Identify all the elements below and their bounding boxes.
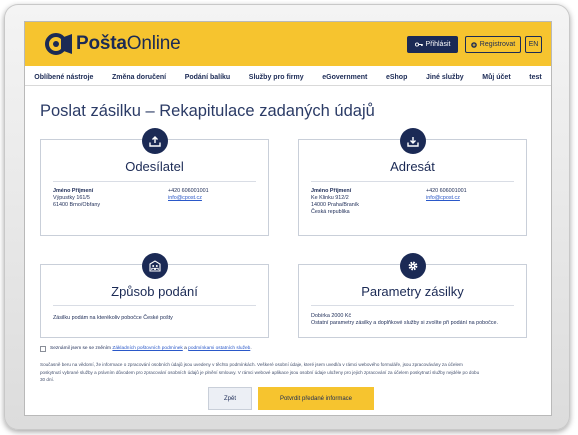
submission-card-title: Způsob podání (111, 284, 198, 299)
device-frame: PoštaOnline Přihlásit Registrovat EN Obl… (4, 4, 570, 430)
horn-logo-icon (45, 32, 73, 56)
recipient-city: 14000 Praha/Braník (311, 202, 359, 208)
privacy-notice: Současně beru na vědomí, že informace o … (40, 362, 480, 383)
recipient-card-title: Adresát (390, 159, 435, 174)
recipient-street: Ke Klinku 912/2 (311, 195, 349, 201)
nav-item-change-delivery[interactable]: Změna doručení (112, 74, 166, 81)
sender-email-link[interactable]: info@cpost.cz (168, 195, 209, 202)
sender-card-title: Odesílatel (125, 159, 184, 174)
key-icon (414, 42, 423, 47)
site-header: PoštaOnline Přihlásit Registrovat EN (25, 22, 551, 66)
nav-item-business-services[interactable]: Služby pro firmy (249, 74, 304, 81)
nav-item-favorite-tools[interactable]: Oblíbené nástroje (34, 74, 93, 81)
terms-consent-checkbox[interactable] (40, 346, 46, 352)
submission-method-card: Způsob podání Zásilku podám na kterékoli… (40, 253, 269, 338)
back-button[interactable]: Zpět (208, 387, 252, 410)
sender-city: 61400 Brno/Obřany (53, 202, 101, 208)
recipient-name: Jméno Příjmení (311, 188, 352, 194)
sender-street: Výpustky 161/5 (53, 195, 90, 201)
login-button[interactable]: Přihlásit (407, 36, 458, 53)
divider (311, 181, 514, 182)
recipient-country: Česká republika (311, 209, 350, 215)
parameters-text: Ostatní parametry zásilky a doplňkové sl… (311, 320, 498, 326)
main-navigation: Oblíbené nástroje Změna doručení Podání … (25, 70, 551, 86)
register-button[interactable]: Registrovat (465, 36, 521, 53)
other-services-terms-link[interactable]: podmínkami ostatních služeb (188, 346, 250, 351)
divider (311, 305, 514, 306)
divider (53, 305, 256, 306)
plus-circle-icon (470, 41, 477, 48)
nav-item-my-account[interactable]: Můj účet (482, 74, 510, 81)
divider (53, 181, 256, 182)
download-tray-icon (400, 128, 426, 154)
parameters-text-block: Dobírka 2000 Kč Ostatní parametry zásilk… (311, 313, 498, 327)
terms-consent-label: Seznámil jsem se se zněním Základních po… (50, 346, 252, 351)
sender-name: Jméno Příjmení (53, 188, 94, 194)
nav-item-eshop[interactable]: eShop (386, 74, 407, 81)
recipient-card: Adresát Jméno Příjmení Ke Klinku 912/2 1… (298, 128, 527, 236)
recipient-contact: +420 606001001 info@cpost.cz (426, 188, 467, 202)
submission-text: Zásilku podám na kterékoliv pobočce Česk… (53, 315, 173, 321)
gear-icon (400, 253, 426, 279)
recipient-address: Jméno Příjmení Ke Klinku 912/2 14000 Pra… (311, 188, 359, 216)
nav-item-parcel-submission[interactable]: Podání balíku (185, 74, 231, 81)
nav-item-test[interactable]: test (529, 74, 541, 81)
sender-phone: +420 606001001 (168, 188, 209, 194)
parcel-parameters-card: Parametry zásilky Dobírka 2000 Kč Ostatn… (298, 253, 527, 338)
cod-amount: Dobírka 2000 Kč (311, 313, 352, 319)
browser-screen: PoštaOnline Přihlásit Registrovat EN Obl… (24, 21, 552, 416)
postal-terms-link[interactable]: Základních poštovních podmínek (112, 346, 182, 351)
sender-card: Odesílatel Jméno Příjmení Výpustky 161/5… (40, 128, 269, 236)
recipient-email-link[interactable]: info@cpost.cz (426, 195, 467, 202)
sender-contact: +420 606001001 info@cpost.cz (168, 188, 209, 202)
building-people-icon (142, 253, 168, 279)
posta-online-logo[interactable]: PoštaOnline (45, 32, 181, 56)
recipient-phone: +420 606001001 (426, 188, 467, 194)
confirm-button[interactable]: Potvrdit předané informace (258, 387, 374, 410)
language-switch-button[interactable]: EN (525, 36, 542, 53)
page-title: Poslat zásilku – Rekapitulace zadaných ú… (40, 102, 375, 120)
nav-item-other-services[interactable]: Jiné služby (426, 74, 464, 81)
sender-address: Jméno Příjmení Výpustky 161/5 61400 Brno… (53, 188, 100, 209)
logo-text: PoštaOnline (76, 33, 181, 54)
parameters-card-title: Parametry zásilky (361, 284, 464, 299)
nav-item-egovernment[interactable]: eGovernment (322, 74, 367, 81)
upload-tray-icon (142, 128, 168, 154)
